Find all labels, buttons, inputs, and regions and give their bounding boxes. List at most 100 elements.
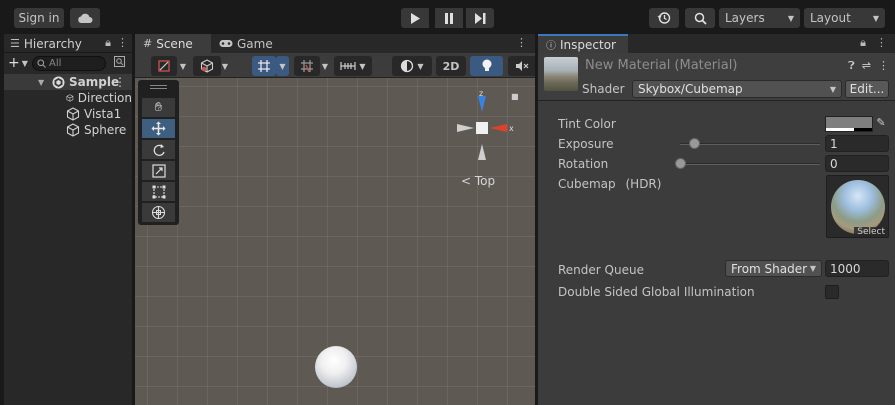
lock-icon[interactable]: 🔒︎	[860, 36, 866, 50]
transform-tool-button[interactable]	[142, 203, 175, 222]
filter-icon	[113, 56, 125, 67]
info-icon: ⓘ	[546, 41, 556, 52]
tab-scene[interactable]: # Scene	[135, 34, 211, 53]
snap-increment-button[interactable]	[294, 56, 320, 76]
pivot-icon	[158, 60, 170, 72]
kebab-menu-icon[interactable]: ⋮	[516, 36, 527, 49]
gizmo-center-cube[interactable]	[476, 122, 488, 134]
list-item-label: Sphere	[84, 123, 127, 137]
grid-snap-toggle[interactable]	[252, 56, 276, 76]
scale-tool-button[interactable]	[142, 161, 175, 180]
tab-game[interactable]: Game	[219, 34, 273, 53]
step-icon	[474, 12, 485, 24]
chevron-down-icon[interactable]: ▼	[276, 56, 289, 76]
help-icon[interactable]: ❓︎	[848, 59, 855, 73]
rect-tool-button[interactable]	[142, 182, 175, 201]
kebab-menu-icon[interactable]: ⋮	[117, 36, 128, 50]
play-button[interactable]	[401, 8, 429, 28]
view-tool-button[interactable]: ✋︎	[142, 98, 175, 117]
gameobject-cube-icon	[66, 107, 80, 121]
rotate-tool-button[interactable]	[142, 140, 175, 159]
layers-dropdown[interactable]: Layers ▼	[719, 8, 800, 28]
lighting-toggle[interactable]	[470, 56, 503, 76]
rotation-slider[interactable]	[680, 163, 820, 165]
chevron-down-icon[interactable]: ▼	[177, 56, 189, 76]
rotation-field[interactable]: 0	[825, 155, 889, 172]
tab-hierarchy[interactable]: ☰ Hierarchy	[4, 34, 88, 53]
gizmo-z-axis[interactable]	[478, 96, 486, 112]
undo-history-button[interactable]	[649, 8, 679, 28]
scene-viewport[interactable]: ✋︎ z x ■ < Top	[135, 78, 535, 405]
tint-color-field[interactable]	[825, 116, 873, 132]
tab-inspector[interactable]: ⓘ Inspector	[538, 34, 628, 53]
render-queue-label: Render Queue	[558, 263, 644, 277]
gizmo-neg-y-axis[interactable]	[478, 144, 486, 160]
edit-shader-button[interactable]: Edit...	[845, 80, 889, 98]
lock-icon[interactable]: ■	[511, 92, 519, 101]
scene-row[interactable]: ▼ Sample ⋮	[4, 74, 132, 90]
tool-handle-position-button[interactable]	[151, 56, 177, 76]
double-sided-gi-checkbox[interactable]	[825, 285, 839, 299]
eyedropper-icon[interactable]: ✎	[874, 116, 888, 132]
render-queue-field[interactable]: 1000	[825, 260, 889, 277]
rotate-icon	[153, 143, 165, 156]
rotation-slider-knob[interactable]	[675, 158, 686, 169]
double-sided-gi-label: Double Sided Global Illumination	[558, 285, 755, 299]
kebab-menu-icon[interactable]: ⋮	[876, 36, 887, 50]
cubemap-texture-slot[interactable]: Select	[826, 175, 889, 238]
gizmo-x-axis[interactable]	[490, 124, 507, 132]
presets-icon[interactable]: ⇌	[862, 59, 871, 73]
hierarchy-panel: ☰ Hierarchy 🔒︎ ⋮ + ▼ All ▼ Sample ⋮ Dire…	[4, 34, 132, 405]
tool-palette: ✋︎	[138, 80, 179, 225]
shader-dropdown[interactable]: Skybox/Cubemap ▼	[632, 80, 842, 98]
audio-toggle[interactable]	[508, 56, 535, 76]
render-queue-dropdown[interactable]: From Shader ▼	[725, 260, 822, 277]
exposure-field[interactable]: 1	[825, 135, 889, 152]
2d-mode-toggle[interactable]: 2D	[436, 56, 466, 76]
scale-icon	[151, 163, 166, 178]
search-by-type-button[interactable]	[110, 56, 128, 70]
move-tool-button[interactable]	[142, 119, 175, 138]
plus-icon: +	[8, 55, 20, 71]
sphere-object[interactable]	[315, 346, 357, 388]
pause-button[interactable]	[435, 8, 463, 28]
hierarchy-search-input[interactable]: All	[32, 55, 106, 71]
exposure-slider[interactable]	[680, 143, 820, 145]
kebab-menu-icon[interactable]: ⋮	[878, 59, 889, 73]
list-item[interactable]: Sphere	[4, 122, 132, 138]
list-item[interactable]: Vista1	[4, 106, 132, 122]
tool-handle-rotation-button[interactable]	[193, 56, 221, 76]
draw-mode-dropdown[interactable]: ▼	[392, 56, 432, 76]
cubemap-label-text: Cubemap	[558, 177, 616, 191]
material-header-tools: ❓︎ ⇌ ⋮	[848, 59, 889, 73]
drag-handle-icon[interactable]	[150, 85, 167, 89]
view-orientation-label[interactable]: < Top	[461, 174, 495, 188]
increment-snap-button[interactable]: ▼	[334, 56, 372, 76]
layout-dropdown[interactable]: Layout ▼	[804, 8, 885, 28]
step-button[interactable]	[466, 8, 494, 28]
kebab-menu-icon[interactable]: ⋮	[114, 75, 126, 89]
chevron-down-icon: ▼	[21, 58, 28, 68]
gameobject-cube-icon	[66, 94, 74, 102]
fold-arrow-icon[interactable]: ▼	[38, 78, 44, 87]
chevron-down-icon: ▼	[872, 13, 879, 23]
cubemap-select-button[interactable]: Select	[854, 227, 888, 237]
exposure-label: Exposure	[558, 137, 614, 151]
list-item[interactable]: Direction	[4, 90, 132, 106]
chevron-down-icon[interactable]: ▼	[319, 56, 331, 76]
lock-icon[interactable]: 🔒︎	[105, 36, 111, 50]
create-dropdown-button[interactable]: + ▼	[4, 53, 32, 73]
search-button[interactable]	[685, 8, 715, 28]
orientation-gizmo[interactable]: z x	[445, 88, 515, 178]
cubemap-preview	[831, 180, 885, 234]
cloud-button[interactable]	[70, 8, 100, 28]
alpha-fill	[826, 128, 854, 131]
chevron-down-icon: ▼	[417, 61, 424, 71]
inspector-panel: ⓘ Inspector 🔒︎ ⋮ New Material (Material)…	[538, 34, 895, 405]
exposure-slider-knob[interactable]	[689, 138, 700, 149]
chevron-down-icon[interactable]: ▼	[219, 56, 231, 76]
sign-in-button[interactable]: Sign in	[14, 8, 64, 28]
inspector-tab-label: Inspector	[560, 37, 616, 52]
gizmo-neg-x-axis[interactable]	[457, 124, 474, 132]
rect-transform-icon	[152, 185, 165, 198]
